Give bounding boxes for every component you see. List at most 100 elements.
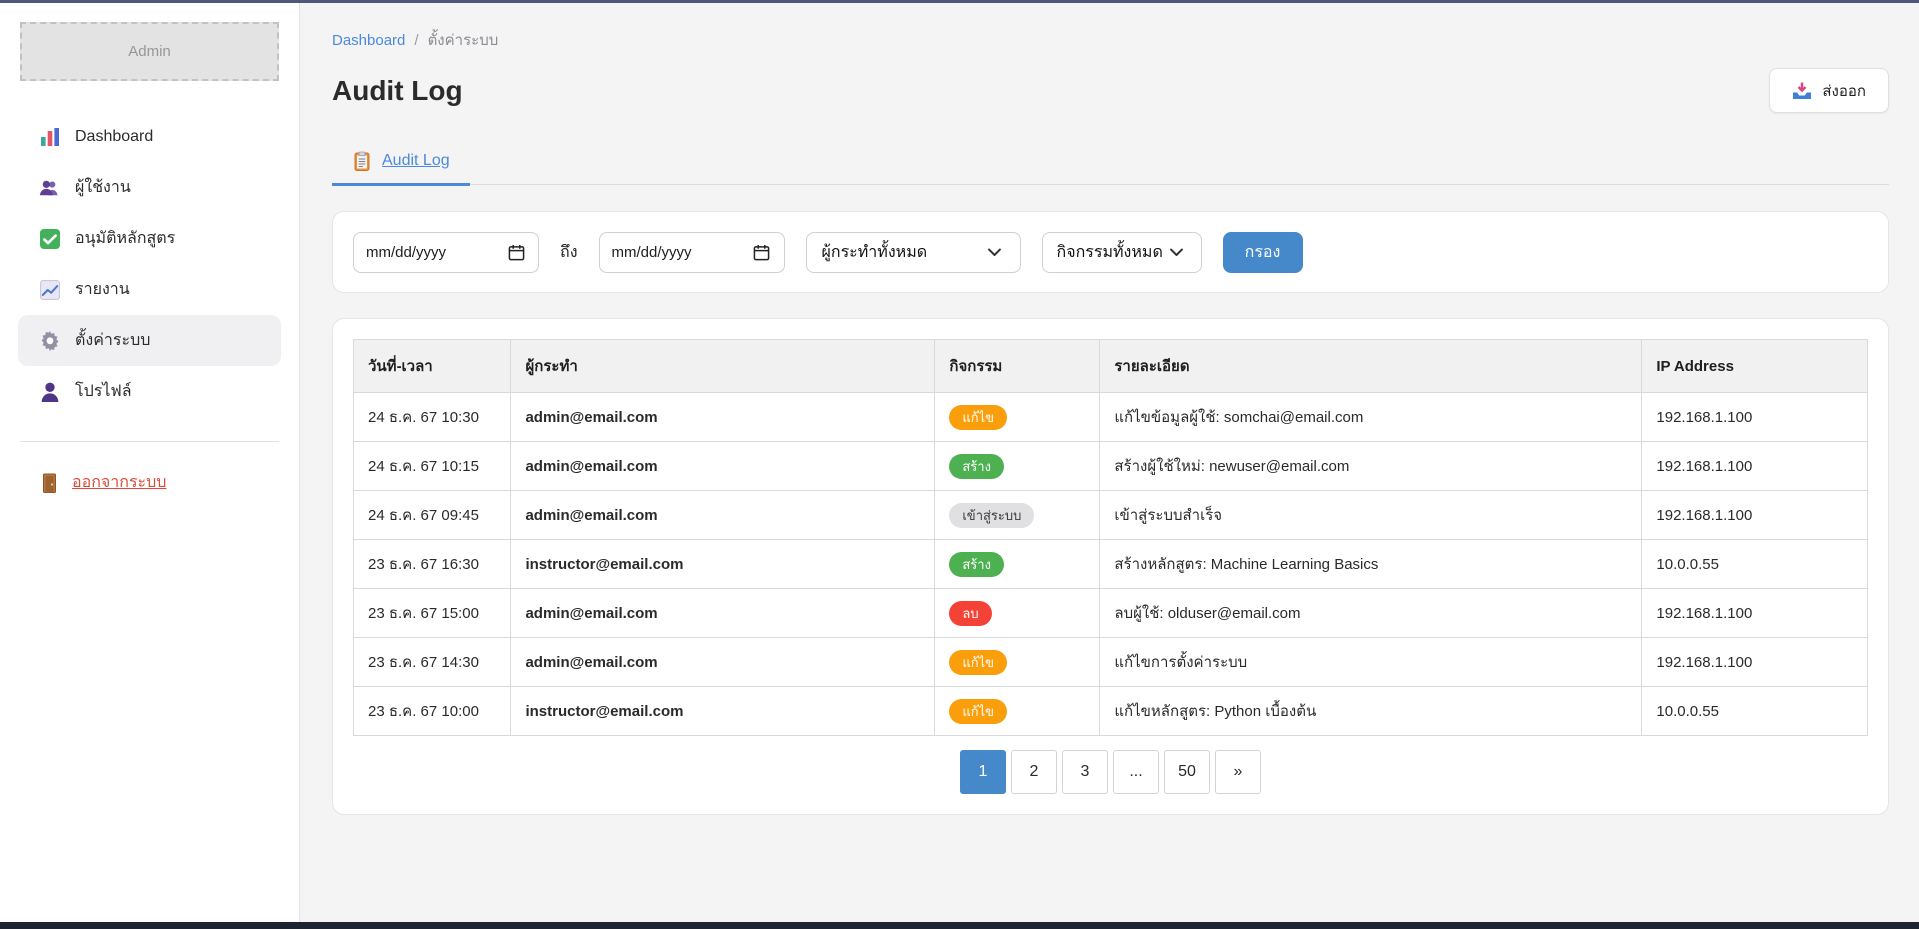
bottom-accent-bar xyxy=(0,922,1919,929)
date-range-to-label: ถึง xyxy=(560,240,578,265)
action-badge: สร้าง xyxy=(949,552,1004,577)
sidebar-item-users[interactable]: ผู้ใช้งาน xyxy=(0,162,299,213)
action-cell: สร้าง xyxy=(935,442,1100,491)
tab-bar: Audit Log xyxy=(332,141,1889,185)
date-from-value: mm/dd/yyyy xyxy=(366,244,446,261)
title-row: Audit Log ส่งออก xyxy=(332,68,1889,113)
breadcrumb: Dashboard / ตั้งค่าระบบ xyxy=(332,3,1889,52)
sidebar-item-settings[interactable]: ตั้งค่าระบบ xyxy=(18,315,281,366)
audit-table: วันที่-เวลาผู้กระทำกิจกรรมรายละเอียดIP A… xyxy=(353,339,1868,736)
sidebar-item-label: อนุมัติหลักสูตร xyxy=(75,226,175,251)
action-badge: ลบ xyxy=(949,601,991,626)
table-row: 23 ธ.ค. 67 10:00instructor@email.com แก้ไ… xyxy=(354,687,1868,736)
table-row: 23 ธ.ค. 67 16:30instructor@email.com สร้า… xyxy=(354,540,1868,589)
sidebar-nav: Dashboard ผู้ใช้งานอนุมัติหลักสูตรรายงานต… xyxy=(0,111,299,417)
action-badge: แก้ไข xyxy=(949,650,1007,675)
door-icon xyxy=(40,473,60,493)
page-title: Audit Log xyxy=(332,75,463,107)
actor-cell: admin@email.com xyxy=(511,638,935,687)
filter-button[interactable]: กรอง xyxy=(1223,232,1303,273)
audit-table-card: วันที่-เวลาผู้กระทำกิจกรรมรายละเอียดIP A… xyxy=(332,318,1889,815)
datetime-cell: 23 ธ.ค. 67 14:30 xyxy=(354,638,511,687)
actor-cell: admin@email.com xyxy=(511,442,935,491)
page-button-50[interactable]: 50 xyxy=(1164,750,1210,794)
action-cell: แก้ไข xyxy=(935,638,1100,687)
filter-panel: mm/dd/yyyy ถึง mm/dd/yyyy ผู้กระทำทั้งหม… xyxy=(332,211,1889,293)
sidebar: Admin Dashboard ผู้ใช้งานอนุมัติหลักสูตรร… xyxy=(0,3,300,922)
main-content: Dashboard / ตั้งค่าระบบ Audit Log ส่งออก… xyxy=(300,3,1919,922)
export-button-label: ส่งออก xyxy=(1822,79,1866,103)
clipboard-icon xyxy=(352,151,372,171)
users-icon xyxy=(40,178,60,198)
action-cell: ลบ xyxy=(935,589,1100,638)
activity-filter-select[interactable]: กิจกรรมทั้งหมด xyxy=(1042,232,1202,273)
detail-cell: แก้ไขหลักสูตร: Python เบื้องต้น xyxy=(1100,687,1642,736)
sidebar-item-approve-courses[interactable]: อนุมัติหลักสูตร xyxy=(0,213,299,264)
ip-cell: 192.168.1.100 xyxy=(1642,638,1868,687)
actor-cell: admin@email.com xyxy=(511,393,935,442)
table-row: 24 ธ.ค. 67 10:30admin@email.comแก้ไขแก้ไ… xyxy=(354,393,1868,442)
activity-filter-value: กิจกรรมทั้งหมด xyxy=(1057,240,1163,265)
dashboard-icon xyxy=(40,127,60,147)
sidebar-item-label: ตั้งค่าระบบ xyxy=(75,328,150,353)
column-header: รายละเอียด xyxy=(1100,340,1642,393)
column-header: วันที่-เวลา xyxy=(354,340,511,393)
page-button-1[interactable]: 1 xyxy=(960,750,1006,794)
detail-cell: สร้างผู้ใช้ใหม่: newuser@email.com xyxy=(1100,442,1642,491)
datetime-cell: 23 ธ.ค. 67 10:00 xyxy=(354,687,511,736)
sidebar-item-label: Dashboard xyxy=(75,128,153,146)
calendar-icon[interactable] xyxy=(752,242,772,262)
date-to-value: mm/dd/yyyy xyxy=(612,244,692,261)
actor-cell: instructor@email.com xyxy=(511,687,935,736)
action-badge: แก้ไข xyxy=(949,405,1007,430)
sidebar-item-profile[interactable]: โปรไฟล์ xyxy=(0,366,299,417)
actor-cell: admin@email.com xyxy=(511,589,935,638)
page-button-...[interactable]: ... xyxy=(1113,750,1159,794)
page-button-2[interactable]: 2 xyxy=(1011,750,1057,794)
datetime-cell: 24 ธ.ค. 67 10:30 xyxy=(354,393,511,442)
ip-cell: 10.0.0.55 xyxy=(1642,540,1868,589)
detail-cell: แก้ไขการตั้งค่าระบบ xyxy=(1100,638,1642,687)
sidebar-item-label: โปรไฟล์ xyxy=(75,379,132,404)
ip-cell: 10.0.0.55 xyxy=(1642,687,1868,736)
date-to-input[interactable]: mm/dd/yyyy xyxy=(599,232,785,273)
next-page-button[interactable]: » xyxy=(1215,750,1261,794)
profile-icon xyxy=(40,382,60,402)
breadcrumb-separator: / xyxy=(414,32,418,49)
action-cell: สร้าง xyxy=(935,540,1100,589)
column-header: IP Address xyxy=(1642,340,1868,393)
sidebar-divider xyxy=(20,441,279,442)
approve-icon xyxy=(40,229,60,249)
action-badge: แก้ไข xyxy=(949,699,1007,724)
breadcrumb-home-link[interactable]: Dashboard xyxy=(332,32,405,49)
action-cell: เข้าสู่ระบบ xyxy=(935,491,1100,540)
page-button-3[interactable]: 3 xyxy=(1062,750,1108,794)
breadcrumb-current: ตั้งค่าระบบ xyxy=(428,28,499,52)
sidebar-item-dashboard[interactable]: Dashboard xyxy=(0,111,299,162)
logout-link[interactable]: ออกจากระบบ xyxy=(0,470,299,495)
detail-cell: ลบผู้ใช้: olduser@email.com xyxy=(1100,589,1642,638)
brand-logo-placeholder: Admin xyxy=(20,22,279,81)
chevron-down-icon xyxy=(985,242,1005,262)
pagination: 123...50» xyxy=(353,750,1868,794)
datetime-cell: 23 ธ.ค. 67 16:30 xyxy=(354,540,511,589)
ip-cell: 192.168.1.100 xyxy=(1642,393,1868,442)
tab-audit-log[interactable]: Audit Log xyxy=(332,141,470,186)
datetime-cell: 24 ธ.ค. 67 10:15 xyxy=(354,442,511,491)
export-button[interactable]: ส่งออก xyxy=(1769,68,1889,113)
datetime-cell: 24 ธ.ค. 67 09:45 xyxy=(354,491,511,540)
date-from-input[interactable]: mm/dd/yyyy xyxy=(353,232,539,273)
ip-cell: 192.168.1.100 xyxy=(1642,442,1868,491)
ip-cell: 192.168.1.100 xyxy=(1642,491,1868,540)
detail-cell: สร้างหลักสูตร: Machine Learning Basics xyxy=(1100,540,1642,589)
table-header-row: วันที่-เวลาผู้กระทำกิจกรรมรายละเอียดIP A… xyxy=(354,340,1868,393)
table-row: 23 ธ.ค. 67 14:30admin@email.com แก้ไข แก้ไ… xyxy=(354,638,1868,687)
report-icon xyxy=(40,280,60,300)
actor-filter-select[interactable]: ผู้กระทำทั้งหมด xyxy=(806,232,1021,273)
sidebar-item-reports[interactable]: รายงาน xyxy=(0,264,299,315)
action-badge: เข้าสู่ระบบ xyxy=(949,503,1034,528)
actor-cell: instructor@email.com xyxy=(511,540,935,589)
tab-audit-log-label: Audit Log xyxy=(382,152,450,170)
actor-cell: admin@email.com xyxy=(511,491,935,540)
calendar-icon[interactable] xyxy=(506,242,526,262)
